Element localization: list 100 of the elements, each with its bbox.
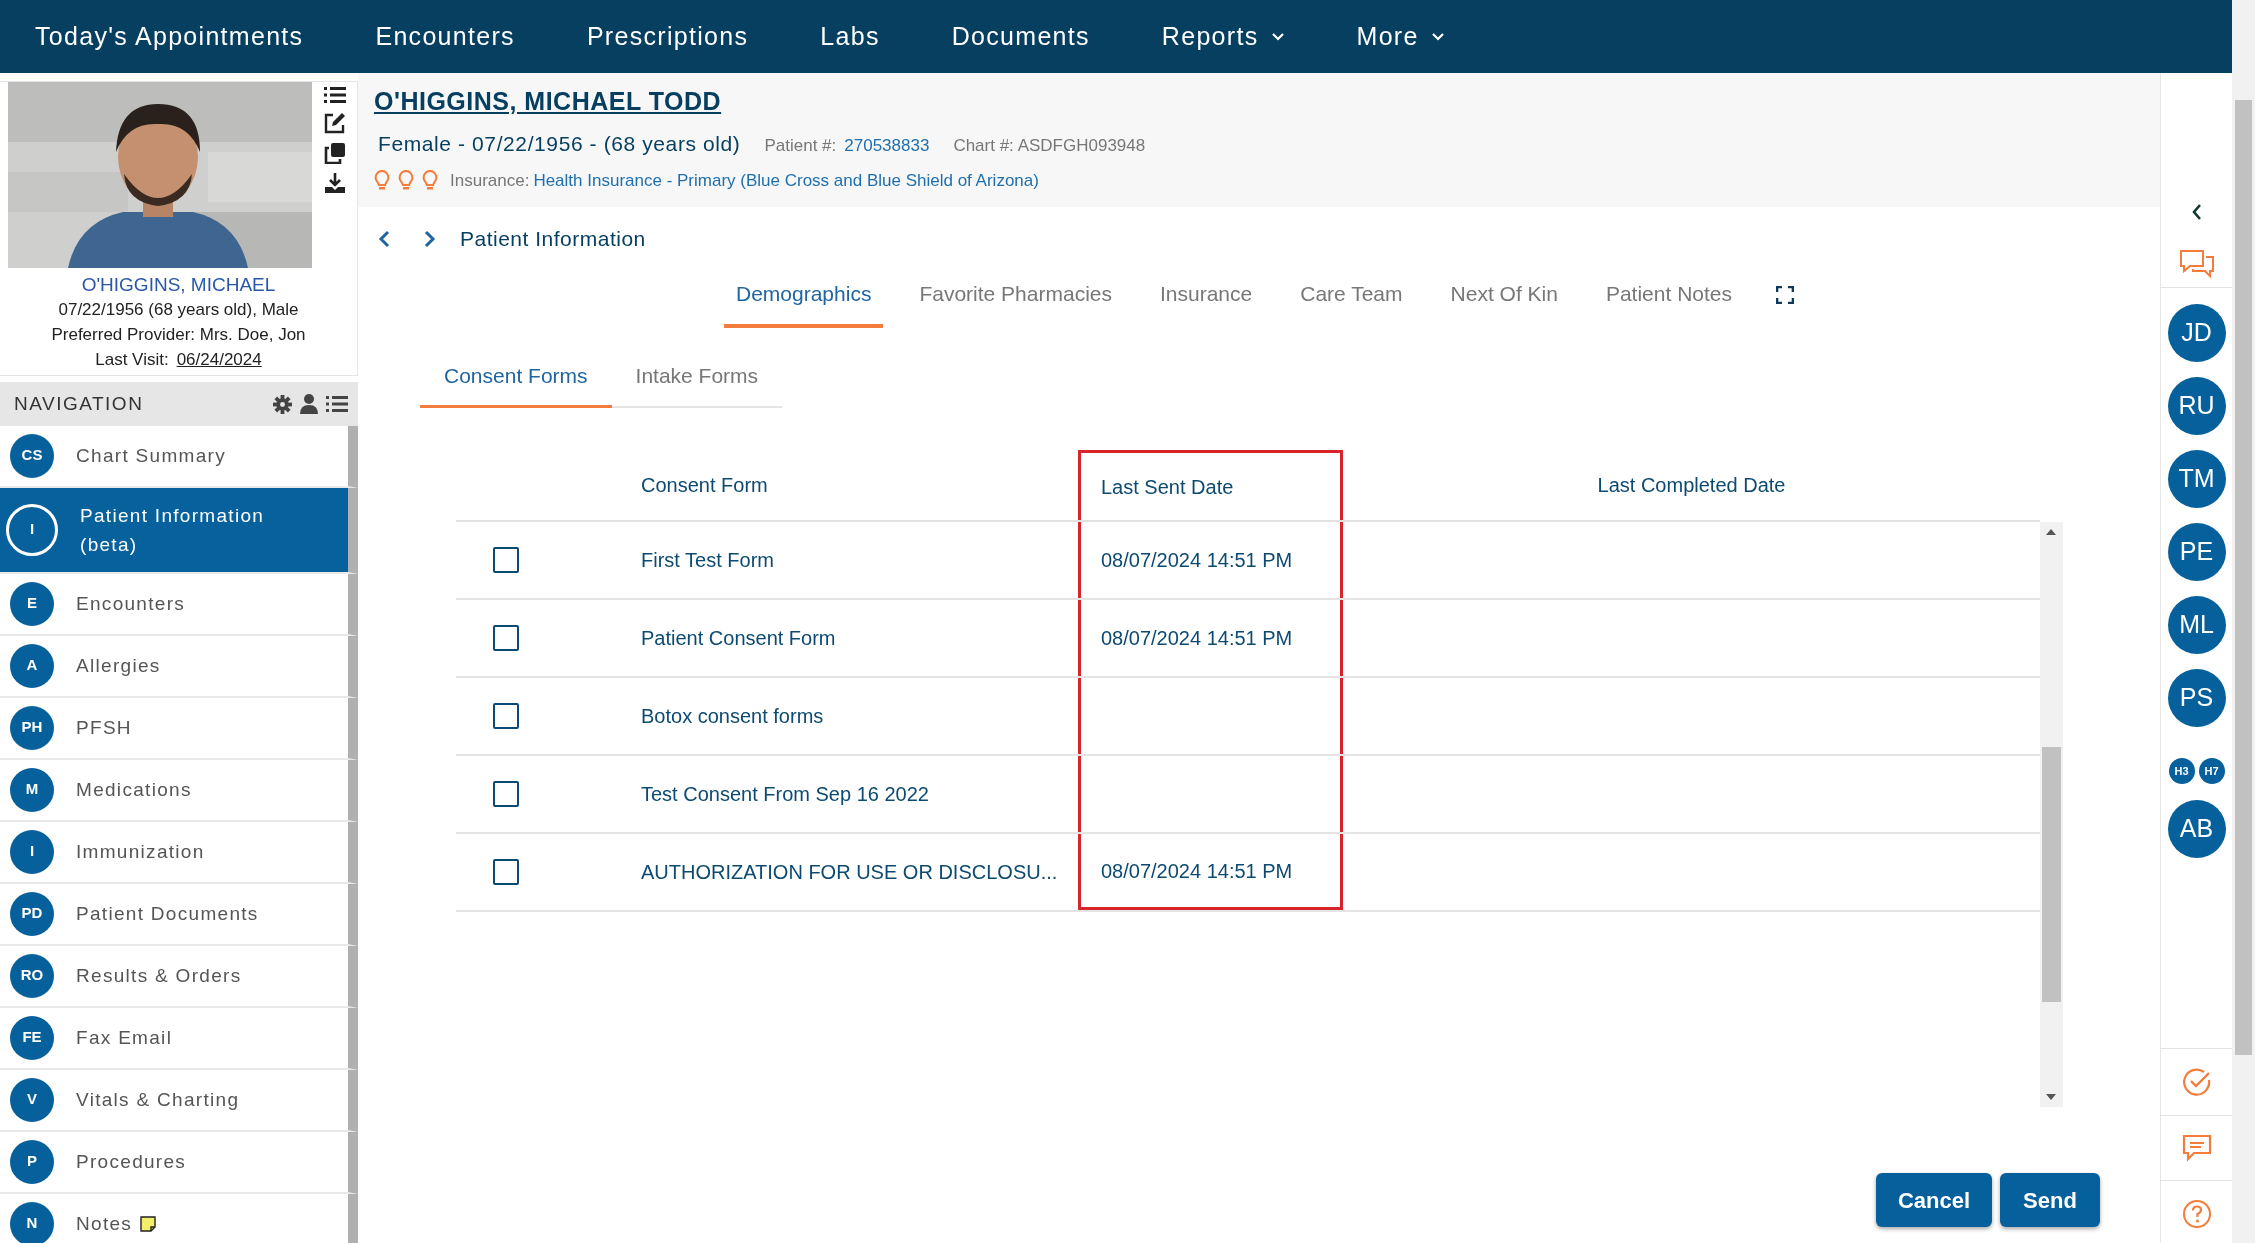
nav-menu-item[interactable]: Today's Appointments bbox=[0, 17, 340, 56]
message-icon[interactable] bbox=[2181, 1134, 2212, 1162]
settings-icon[interactable] bbox=[273, 394, 292, 414]
navigation-item[interactable]: CS Chart Summary bbox=[0, 425, 358, 488]
checkbox[interactable] bbox=[493, 625, 519, 652]
navigation-item[interactable]: PD Patient Documents bbox=[0, 883, 358, 946]
navigation-label: Fax Email bbox=[76, 1026, 173, 1051]
list-icon[interactable] bbox=[326, 395, 348, 413]
nav-menu-item[interactable]: Encounters bbox=[339, 17, 551, 56]
patient-name-link[interactable]: O'HIGGINS, MICHAEL bbox=[81, 271, 276, 297]
nav-menu-item[interactable]: Prescriptions bbox=[550, 17, 785, 56]
patient-summary: Female - 07/22/1956 - (68 years old) bbox=[378, 131, 741, 158]
help-icon[interactable] bbox=[2181, 1199, 2212, 1229]
initials-badge: CS bbox=[10, 433, 54, 478]
copy-icon[interactable] bbox=[323, 141, 346, 164]
user-avatar[interactable]: JD bbox=[2167, 303, 2226, 362]
navigation-label: Results & Orders bbox=[76, 964, 242, 989]
tab[interactable]: Next Of Kin bbox=[1438, 262, 1570, 328]
tab[interactable]: Patient Notes bbox=[1593, 262, 1744, 328]
list-icon[interactable] bbox=[323, 85, 346, 104]
table-cell: 08/07/2024 14:51 PM bbox=[1078, 834, 1343, 911]
initials-badge: E bbox=[10, 581, 54, 626]
edit-icon[interactable] bbox=[323, 111, 346, 134]
navigation-label: PFSH bbox=[76, 716, 132, 741]
user-avatar[interactable]: RU bbox=[2167, 376, 2226, 435]
user-icon[interactable] bbox=[300, 394, 318, 414]
user-avatar[interactable]: H7 bbox=[2198, 757, 2225, 784]
table-cell: 08/07/2024 14:51 PM bbox=[1078, 522, 1343, 599]
patient-dob: 07/22/1956 (68 years old), Male bbox=[58, 298, 299, 321]
chevron-right-icon[interactable] bbox=[424, 229, 436, 248]
tab[interactable]: Demographics bbox=[724, 262, 884, 328]
download-icon[interactable] bbox=[323, 171, 346, 194]
navigation-item[interactable]: PH PFSH bbox=[0, 697, 358, 760]
scrollbar[interactable] bbox=[2232, 0, 2255, 1243]
table-cell-text: Patient Consent Form bbox=[640, 626, 837, 652]
tab[interactable]: Intake Forms bbox=[611, 343, 783, 409]
initials-badge: RO bbox=[10, 953, 54, 998]
initials-badge: PH bbox=[10, 705, 54, 750]
navigation-item[interactable]: I Patient Information (beta) bbox=[0, 487, 358, 574]
chat-icon[interactable] bbox=[2178, 248, 2215, 279]
navigation-title: NAVIGATION bbox=[14, 391, 144, 416]
check-circle-icon[interactable] bbox=[2181, 1067, 2212, 1097]
navigation-label: Medications bbox=[76, 778, 192, 803]
initials-badge: A bbox=[10, 643, 54, 688]
lightbulb-icon[interactable] bbox=[422, 170, 438, 192]
user-avatar[interactable]: TM bbox=[2167, 449, 2226, 508]
last-visit-link[interactable]: 06/24/2024 bbox=[176, 346, 262, 372]
nav-menu-item[interactable]: Labs bbox=[784, 17, 916, 56]
navigation-label: Notes bbox=[76, 1212, 133, 1237]
lightbulb-icon[interactable] bbox=[374, 170, 390, 192]
navigation-item[interactable]: FE Fax Email bbox=[0, 1007, 358, 1070]
scroll-up-icon[interactable] bbox=[2046, 528, 2056, 537]
initials-badge: FE bbox=[10, 1015, 54, 1060]
chevron-left-icon[interactable] bbox=[378, 229, 390, 248]
initials-badge: I bbox=[6, 503, 58, 556]
lightbulb-icon[interactable] bbox=[398, 170, 414, 192]
patient-number-label: Patient #: bbox=[764, 135, 837, 158]
scroll-down-icon[interactable] bbox=[2046, 1093, 2056, 1102]
cancel-button[interactable]: Cancel bbox=[1876, 1173, 1992, 1227]
initials-badge: I bbox=[10, 829, 54, 874]
tab[interactable]: Insurance bbox=[1148, 262, 1265, 328]
user-avatar[interactable]: AB bbox=[2167, 799, 2226, 858]
navigation-label: Patient Documents bbox=[76, 902, 259, 927]
initials-badge: P bbox=[10, 1139, 54, 1184]
navigation-item[interactable]: V Vitals & Charting bbox=[0, 1069, 358, 1132]
nav-menu-item[interactable]: More bbox=[1320, 17, 1481, 56]
tab[interactable]: Consent Forms bbox=[420, 343, 612, 409]
table-cell-text: Test Consent From Sep 16 2022 bbox=[640, 782, 930, 808]
patient-name-link[interactable]: O'HIGGINS, MICHAEL TODD bbox=[374, 82, 722, 121]
navigation-label: Chart Summary bbox=[76, 444, 226, 469]
preferred-provider: Preferred Provider: Mrs. Doe, Jon bbox=[51, 323, 306, 346]
nav-menu-item[interactable]: Reports bbox=[1125, 17, 1321, 56]
navigation-item[interactable]: I Immunization bbox=[0, 821, 358, 884]
navigation-item[interactable]: M Medications bbox=[0, 759, 358, 822]
tab[interactable]: Favorite Pharmacies bbox=[907, 262, 1124, 328]
navigation-item[interactable]: E Encounters bbox=[0, 573, 358, 636]
breadcrumb-title: Patient Information bbox=[460, 225, 646, 252]
checkbox[interactable] bbox=[493, 781, 519, 808]
last-visit-label: Last Visit: bbox=[95, 348, 169, 371]
checkbox[interactable] bbox=[493, 547, 519, 574]
navigation-item[interactable]: A Allergies bbox=[0, 635, 358, 698]
chart-number: Chart #: ASDFGH093948 bbox=[953, 135, 1146, 158]
initials-badge: V bbox=[10, 1077, 54, 1122]
patient-number-link[interactable]: 270538833 bbox=[844, 133, 930, 159]
user-avatar[interactable]: PE bbox=[2167, 522, 2226, 581]
user-avatar[interactable]: PS bbox=[2167, 668, 2226, 727]
scrollbar[interactable] bbox=[2040, 522, 2063, 1108]
user-avatar[interactable]: H3 bbox=[2168, 757, 2195, 784]
checkbox[interactable] bbox=[493, 703, 519, 730]
checkbox[interactable] bbox=[493, 859, 519, 886]
user-avatar[interactable]: ML bbox=[2167, 595, 2226, 654]
navigation-item[interactable]: RO Results & Orders bbox=[0, 945, 358, 1008]
navigation-label: Encounters bbox=[76, 592, 186, 617]
send-button[interactable]: Send bbox=[2000, 1173, 2100, 1227]
nav-menu-item[interactable]: Documents bbox=[915, 17, 1126, 56]
navigation-item[interactable]: P Procedures bbox=[0, 1131, 358, 1194]
chevron-left-icon[interactable] bbox=[2190, 202, 2203, 221]
insurance-link[interactable]: Health Insurance - Primary (Blue Cross and Blue Shield of Arizona) bbox=[533, 167, 1039, 194]
tab[interactable]: Care Team bbox=[1288, 262, 1415, 328]
fullscreen-icon[interactable] bbox=[1776, 286, 1794, 305]
